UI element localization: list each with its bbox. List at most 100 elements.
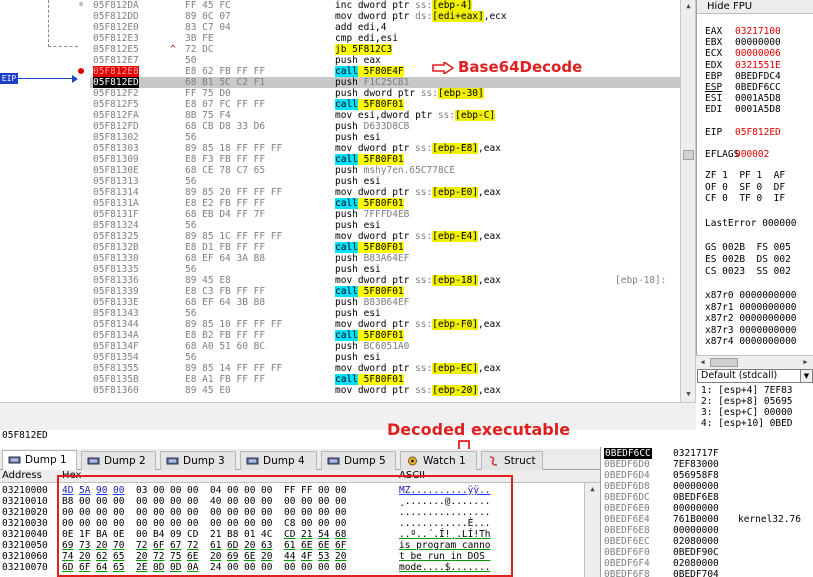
disasm-row[interactable]: 05F812E8 E8 62 FB FF FF call 5F80E4F <box>90 66 680 77</box>
tab-dump-3[interactable]: Dump 3 <box>160 451 236 470</box>
dump-scroll-up-icon[interactable]: ▲ <box>587 484 598 495</box>
disasm-row[interactable]: 05F81335 56 push esi <box>90 264 680 275</box>
stack-value: 0BEDF6E8 <box>673 492 719 503</box>
registers-scrollbar[interactable]: ◀ ▶ <box>696 355 813 369</box>
stack-argument[interactable]: 1: [esp+4] 7EF83 <box>697 385 813 396</box>
instruction-text: push esi <box>335 132 381 143</box>
watch-icon <box>408 456 417 466</box>
instruction-token: push esi <box>335 308 381 319</box>
disasm-row[interactable]: 05F812ED 68 B1 5C C2 F1 push F1C25CB1 <box>90 77 680 88</box>
disasm-row[interactable]: 05F81339 E8 C3 FB FF FF call 5F80F01 <box>90 286 680 297</box>
disasm-row[interactable]: 05F81324 56 push esi <box>90 220 680 231</box>
instruction-bytes: 89 85 20 FF FF FF <box>185 187 283 198</box>
register-esi[interactable]: ESI 0001A5D8 <box>705 93 781 104</box>
tab-watch-1[interactable]: Watch 1 <box>400 451 477 470</box>
stack-row[interactable]: 0BEDF6E0 00000000 <box>601 503 813 514</box>
stack-argument[interactable]: 4: [esp+10] 0BED <box>697 418 813 429</box>
disasm-row[interactable]: 05F812E3 3B FE cmp edi,esi <box>90 33 680 44</box>
disasm-row[interactable]: 05F81336 89 45 E8 mov dword ptr ss:[ebp-18… <box>90 275 680 286</box>
disassembly-pane[interactable]: EIP 05F812DA FF 45 FC inc dword ptr ss:[eb… <box>0 0 696 402</box>
disasm-row[interactable]: 05F812DD 89 0C 07 mov dword ptr ds:[edi+ea… <box>90 11 680 22</box>
instruction-bytes: 89 85 18 FF FF FF <box>185 143 283 154</box>
disasm-row[interactable]: 05F8135B E8 A1 FB FF FF call 5F80F01 <box>90 374 680 385</box>
scroll-thumb[interactable] <box>683 150 694 160</box>
register-edx[interactable]: EDX 0321551E <box>705 60 781 71</box>
disasm-row[interactable]: 05F812F5 E8 07 FC FF FF call 5F80F01 <box>90 99 680 110</box>
disasm-row[interactable]: 05F81314 89 85 20 FF FF FF mov dword ptr s… <box>90 187 680 198</box>
disasm-row[interactable]: 05F812FD 68 CB D8 33 D6 push D633D8CB <box>90 121 680 132</box>
register-ecx[interactable]: ECX 00000006 <box>705 48 781 59</box>
register-eax[interactable]: EAX 03217100 <box>705 26 781 37</box>
stack-row[interactable]: 0BEDF6E4 761B0000 kernel32.76 <box>601 514 813 525</box>
disassembly-scrollbar[interactable]: ▲ ▼ <box>680 0 695 402</box>
disasm-row[interactable]: 05F812E7 50 push eax <box>90 55 680 66</box>
register-esp[interactable]: ESP 0BEDF6CC <box>705 82 781 93</box>
stack-row[interactable]: 0BEDF6D4 056958F8 <box>601 470 813 481</box>
instruction-token: push <box>335 77 364 88</box>
hide-fpu-button[interactable]: Hide FPU <box>697 0 813 14</box>
tab-dump-5[interactable]: Dump 5 <box>321 451 396 470</box>
disasm-row[interactable]: 05F81313 56 push esi <box>90 176 680 187</box>
stack-argument[interactable]: 2: [esp+8] 05695 <box>697 396 813 407</box>
tab-struct[interactable]: Struct <box>481 451 543 470</box>
register-eip[interactable]: EIP 05F812ED <box>705 127 781 138</box>
disasm-row[interactable]: 05F81355 89 85 14 FF FF FF mov dword ptr s… <box>90 363 680 374</box>
disasm-row[interactable]: 05F81354 56 push esi <box>90 352 680 363</box>
tab-dump-4[interactable]: Dump 4 <box>240 451 317 470</box>
stack-row[interactable]: 0BEDF6D8 00000000 <box>601 481 813 492</box>
registers-scroll-thumb[interactable] <box>710 358 738 367</box>
stack-argument[interactable]: 3: [esp+C] 00000 <box>697 407 813 418</box>
register-ebp[interactable]: EBP 0BEDFDC4 <box>705 71 781 82</box>
memory-chip-icon <box>166 457 179 465</box>
instruction-address: 05F81355 <box>93 363 139 374</box>
tab-dump-2[interactable]: Dump 2 <box>81 451 156 470</box>
stack-row[interactable]: 0BEDF6F4 02080000 <box>601 558 813 569</box>
disasm-row[interactable]: 05F81303 89 85 18 FF FF FF mov dword ptr s… <box>90 143 680 154</box>
disasm-row[interactable]: 05F812E5 72 DC ^ jb 5F812C3 <box>90 44 680 55</box>
disassembly-rows[interactable]: 05F812DA FF 45 FC inc dword ptr ss:[ebp-4]… <box>90 0 680 396</box>
disasm-row[interactable]: 05F812E0 83 C7 04 add edi,4 <box>90 22 680 33</box>
register-eflags[interactable]: EFLAGS000002 <box>705 149 769 160</box>
disasm-row[interactable]: 05F81344 89 85 10 FF FF FF mov dword ptr s… <box>90 319 680 330</box>
disasm-row[interactable]: 05F81325 89 85 1C FF FF FF mov dword ptr s… <box>90 231 680 242</box>
chevron-down-icon[interactable]: ▼ <box>800 370 812 382</box>
disasm-row[interactable]: 05F812F2 FF 75 D0 push dword ptr ss:[ebp-3… <box>90 88 680 99</box>
disasm-row[interactable]: 05F8131A E8 E2 FB FF FF call 5F80F01 <box>90 198 680 209</box>
disasm-row[interactable]: 05F8131F 68 EB D4 FF 7F push 7FFFD4EB <box>90 209 680 220</box>
disasm-row[interactable]: 05F81309 E8 F3 FB FF FF call 5F80F01 <box>90 154 680 165</box>
stack-pane[interactable]: 0BEDF6CC 0321717F 0BEDF6D0 7EF83000 0BEDF6D4… <box>600 447 813 577</box>
disasm-row[interactable]: 05F812FA 8B 75 F4 mov esi,dword ptr ss:[eb… <box>90 110 680 121</box>
instruction-address: 05F81302 <box>93 132 139 143</box>
scroll-right-icon[interactable]: ▶ <box>800 357 811 368</box>
registers-pane[interactable]: Hide FPU EAX 03217100 EBX 00000000 ECX 000000… <box>696 0 813 355</box>
register-ebx[interactable]: EBX 00000000 <box>705 37 781 48</box>
scroll-up-icon[interactable]: ▲ <box>683 1 694 12</box>
disasm-row[interactable]: 05F8130E 68 CE 78 C7 65 push mshy7en.65C77… <box>90 165 680 176</box>
tab-dump-1[interactable]: Dump 1 <box>2 450 77 470</box>
disasm-row[interactable]: 05F81302 56 push esi <box>90 132 680 143</box>
stack-row[interactable]: 0BEDF6CC 0321717F <box>601 448 813 459</box>
scroll-left-icon[interactable]: ◀ <box>697 357 708 368</box>
disasm-row[interactable]: 05F812DA FF 45 FC inc dword ptr ss:[ebp-4] <box>90 0 680 11</box>
stack-row[interactable]: 0BEDF6E8 00000000 <box>601 525 813 536</box>
stack-row[interactable]: 0BEDF6EC 02080000 <box>601 536 813 547</box>
disasm-row[interactable]: 05F81360 89 45 E0 mov dword ptr ss:[ebp-20… <box>90 385 680 396</box>
stack-row[interactable]: 0BEDF6F8 0BEDF704 <box>601 569 813 577</box>
disasm-row[interactable]: 05F8133E 68 EF 64 3B B8 push B83B64EF <box>90 297 680 308</box>
disasm-row[interactable]: 05F8132B E8 D1 FB FF FF call 5F80F01 <box>90 242 680 253</box>
stack-value: 02080000 <box>673 536 719 547</box>
scroll-down-icon[interactable]: ▼ <box>683 389 694 400</box>
dump-scrollbar[interactable]: ▲ <box>584 483 600 577</box>
disasm-row[interactable]: 05F8134A E8 B2 FB FF FF call 5F80F01 <box>90 330 680 341</box>
stack-row[interactable]: 0BEDF6F0 0BEDF90C <box>601 547 813 558</box>
register-name: ESP <box>705 82 723 93</box>
calling-convention-select[interactable]: Default (stdcall) ▼ <box>697 369 813 383</box>
instruction-bytes: E8 F3 FB FF FF <box>185 154 266 165</box>
disasm-row[interactable]: 05F81330 68 EF 64 3A B8 push B83A64EF <box>90 253 680 264</box>
register-edi[interactable]: EDI 0001A5D8 <box>705 104 781 115</box>
breakpoint-icon[interactable] <box>78 68 84 74</box>
disasm-row[interactable]: 05F8134F 68 A0 51 60 BC push BC6051A0 <box>90 341 680 352</box>
disasm-row[interactable]: 05F81343 56 push esi <box>90 308 680 319</box>
stack-row[interactable]: 0BEDF6D0 7EF83000 <box>601 459 813 470</box>
stack-row[interactable]: 0BEDF6DC 0BEDF6E8 <box>601 492 813 503</box>
